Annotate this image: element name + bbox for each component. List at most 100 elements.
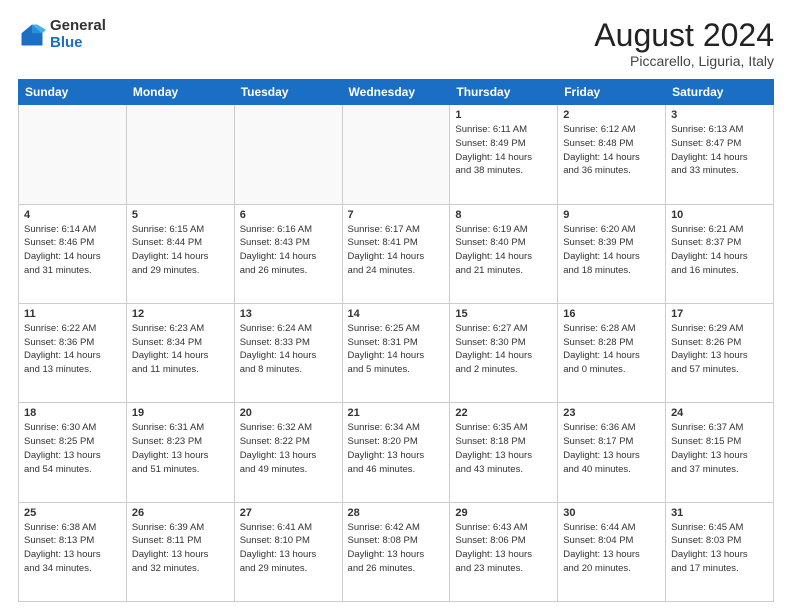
day-number: 16 [563,308,660,320]
day-info: Sunrise: 6:38 AM Sunset: 8:13 PM Dayligh… [24,521,121,576]
day-info: Sunrise: 6:32 AM Sunset: 8:22 PM Dayligh… [240,421,337,476]
day-info: Sunrise: 6:15 AM Sunset: 8:44 PM Dayligh… [132,223,229,278]
day-number: 29 [455,507,552,519]
calendar-cell: 8Sunrise: 6:19 AM Sunset: 8:40 PM Daylig… [450,204,558,303]
calendar-cell: 18 Sunrise: 6:30 AM Sunset: 8:25 PM Dayli… [19,403,127,502]
day-number: 21 [348,407,445,419]
calendar-cell: 27 Sunrise: 6:41 AM Sunset: 8:10 PM Dayli… [234,502,342,601]
calendar-cell: 14 Sunrise: 6:25 AM Sunset: 8:31 PM Dayli… [342,303,450,402]
day-info: Sunrise: 6:16 AM Sunset: 8:43 PM Dayligh… [240,223,337,278]
page: General Blue August 2024 Piccarello, Lig… [0,0,792,612]
col-monday: Monday [126,80,234,105]
day-info: Sunrise: 6:44 AM Sunset: 8:04 PM Dayligh… [563,521,660,576]
title-block: August 2024 Piccarello, Liguria, Italy [594,18,774,69]
calendar-cell: 20 Sunrise: 6:32 AM Sunset: 8:22 PM Dayli… [234,403,342,502]
calendar-cell [19,105,127,204]
day-number: 24 [671,407,768,419]
day-number: 5 [132,209,229,221]
calendar-cell: 24Sunrise: 6:37 AM Sunset: 8:15 PM Dayli… [666,403,774,502]
main-title: August 2024 [594,18,774,53]
week-row-2: 4Sunrise: 6:14 AM Sunset: 8:46 PM Daylig… [19,204,774,303]
calendar-cell: 26 Sunrise: 6:39 AM Sunset: 8:11 PM Dayli… [126,502,234,601]
logo-blue: Blue [50,35,106,52]
day-info: Sunrise: 6:43 AM Sunset: 8:06 PM Dayligh… [455,521,552,576]
day-number: 26 [132,507,229,519]
day-number: 15 [455,308,552,320]
week-row-3: 11 Sunrise: 6:22 AM Sunset: 8:36 PM Dayli… [19,303,774,402]
day-number: 9 [563,209,660,221]
logo: General Blue [18,18,106,51]
calendar-cell: 17 Sunrise: 6:29 AM Sunset: 8:26 PM Dayli… [666,303,774,402]
day-info: Sunrise: 6:13 AM Sunset: 8:47 PM Dayligh… [671,123,768,178]
calendar-cell: 30 Sunrise: 6:44 AM Sunset: 8:04 PM Dayli… [558,502,666,601]
day-info: Sunrise: 6:21 AM Sunset: 8:37 PM Dayligh… [671,223,768,278]
calendar-cell: 1 Sunrise: 6:11 AM Sunset: 8:49 PM Daylig… [450,105,558,204]
calendar-cell: 21 Sunrise: 6:34 AM Sunset: 8:20 PM Dayli… [342,403,450,502]
subtitle: Piccarello, Liguria, Italy [594,53,774,69]
header: General Blue August 2024 Piccarello, Lig… [18,18,774,69]
calendar-cell: 29 Sunrise: 6:43 AM Sunset: 8:06 PM Dayli… [450,502,558,601]
day-number: 31 [671,507,768,519]
day-info: Sunrise: 6:45 AM Sunset: 8:03 PM Dayligh… [671,521,768,576]
calendar-cell: 16 Sunrise: 6:28 AM Sunset: 8:28 PM Dayli… [558,303,666,402]
day-info: Sunrise: 6:42 AM Sunset: 8:08 PM Dayligh… [348,521,445,576]
week-row-5: 25Sunrise: 6:38 AM Sunset: 8:13 PM Dayli… [19,502,774,601]
day-number: 10 [671,209,768,221]
day-info: Sunrise: 6:34 AM Sunset: 8:20 PM Dayligh… [348,421,445,476]
day-number: 3 [671,109,768,121]
calendar-cell: 11 Sunrise: 6:22 AM Sunset: 8:36 PM Dayli… [19,303,127,402]
day-number: 30 [563,507,660,519]
calendar-cell: 6Sunrise: 6:16 AM Sunset: 8:43 PM Daylig… [234,204,342,303]
day-info: Sunrise: 6:19 AM Sunset: 8:40 PM Dayligh… [455,223,552,278]
day-number: 13 [240,308,337,320]
day-number: 28 [348,507,445,519]
day-info: Sunrise: 6:30 AM Sunset: 8:25 PM Dayligh… [24,421,121,476]
calendar-cell: 9 Sunrise: 6:20 AM Sunset: 8:39 PM Daylig… [558,204,666,303]
col-wednesday: Wednesday [342,80,450,105]
col-friday: Friday [558,80,666,105]
day-info: Sunrise: 6:17 AM Sunset: 8:41 PM Dayligh… [348,223,445,278]
calendar-cell: 22Sunrise: 6:35 AM Sunset: 8:18 PM Dayli… [450,403,558,502]
day-number: 14 [348,308,445,320]
day-info: Sunrise: 6:25 AM Sunset: 8:31 PM Dayligh… [348,322,445,377]
day-number: 19 [132,407,229,419]
day-info: Sunrise: 6:31 AM Sunset: 8:23 PM Dayligh… [132,421,229,476]
day-info: Sunrise: 6:14 AM Sunset: 8:46 PM Dayligh… [24,223,121,278]
day-info: Sunrise: 6:11 AM Sunset: 8:49 PM Dayligh… [455,123,552,178]
day-info: Sunrise: 6:27 AM Sunset: 8:30 PM Dayligh… [455,322,552,377]
calendar: Sunday Monday Tuesday Wednesday Thursday… [18,79,774,602]
day-number: 27 [240,507,337,519]
col-sunday: Sunday [19,80,127,105]
calendar-cell: 31 Sunrise: 6:45 AM Sunset: 8:03 PM Dayli… [666,502,774,601]
day-info: Sunrise: 6:24 AM Sunset: 8:33 PM Dayligh… [240,322,337,377]
logo-text: General Blue [50,18,106,51]
day-info: Sunrise: 6:12 AM Sunset: 8:48 PM Dayligh… [563,123,660,178]
day-info: Sunrise: 6:35 AM Sunset: 8:18 PM Dayligh… [455,421,552,476]
day-number: 2 [563,109,660,121]
calendar-cell [126,105,234,204]
day-info: Sunrise: 6:36 AM Sunset: 8:17 PM Dayligh… [563,421,660,476]
calendar-cell: 19 Sunrise: 6:31 AM Sunset: 8:23 PM Dayli… [126,403,234,502]
day-number: 17 [671,308,768,320]
day-info: Sunrise: 6:41 AM Sunset: 8:10 PM Dayligh… [240,521,337,576]
day-number: 1 [455,109,552,121]
calendar-cell: 23 Sunrise: 6:36 AM Sunset: 8:17 PM Dayli… [558,403,666,502]
day-info: Sunrise: 6:29 AM Sunset: 8:26 PM Dayligh… [671,322,768,377]
col-saturday: Saturday [666,80,774,105]
day-info: Sunrise: 6:28 AM Sunset: 8:28 PM Dayligh… [563,322,660,377]
day-number: 18 [24,407,121,419]
calendar-header-row: Sunday Monday Tuesday Wednesday Thursday… [19,80,774,105]
day-info: Sunrise: 6:20 AM Sunset: 8:39 PM Dayligh… [563,223,660,278]
calendar-cell: 15 Sunrise: 6:27 AM Sunset: 8:30 PM Dayli… [450,303,558,402]
day-number: 7 [348,209,445,221]
day-number: 12 [132,308,229,320]
day-number: 23 [563,407,660,419]
day-info: Sunrise: 6:39 AM Sunset: 8:11 PM Dayligh… [132,521,229,576]
day-info: Sunrise: 6:22 AM Sunset: 8:36 PM Dayligh… [24,322,121,377]
day-number: 20 [240,407,337,419]
calendar-cell: 12Sunrise: 6:23 AM Sunset: 8:34 PM Dayli… [126,303,234,402]
calendar-cell: 5 Sunrise: 6:15 AM Sunset: 8:44 PM Daylig… [126,204,234,303]
day-number: 11 [24,308,121,320]
col-thursday: Thursday [450,80,558,105]
calendar-cell [342,105,450,204]
